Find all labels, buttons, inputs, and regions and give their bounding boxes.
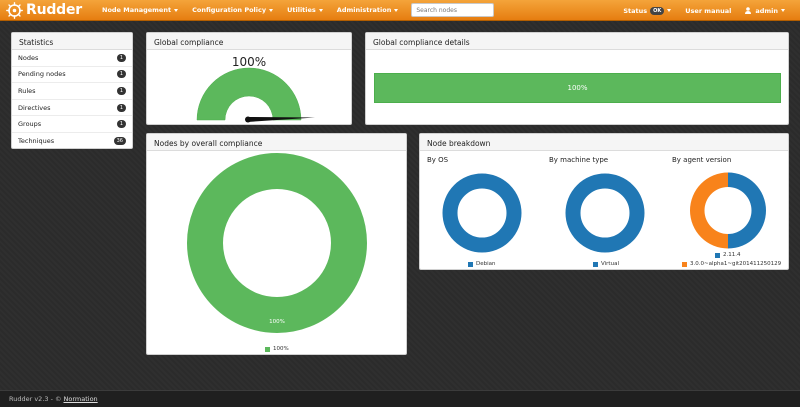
search-nodes-input[interactable] [411, 3, 495, 17]
user-menu[interactable]: admin [738, 7, 792, 15]
donut-slice-virtual[interactable] [565, 173, 645, 253]
stat-groups[interactable]: Groups 1 [12, 116, 132, 133]
gauge-value-label: 100% [232, 55, 266, 69]
caret-down-icon [318, 8, 323, 12]
status-label: Status [623, 6, 648, 15]
by-agent-legend-1: 2.11.4 [715, 252, 741, 258]
menu-label: Configuration Policy [192, 6, 267, 14]
menu-utilities[interactable]: Utilities [280, 6, 330, 14]
menu-label: Utilities [287, 6, 316, 14]
statistics-title: Statistics [12, 33, 132, 50]
rudder-logo-icon [6, 1, 23, 19]
stat-label: Groups [18, 120, 42, 129]
legend-swatch [715, 252, 720, 258]
compliance-gauge: 100% [196, 55, 315, 123]
stat-directives[interactable]: Directives 1 [12, 100, 132, 117]
menu-label: Node Management [102, 6, 172, 14]
caret-down-icon [667, 9, 672, 12]
breakdown-by-machine-type: By machine type [549, 156, 608, 164]
node-breakdown-panel: Node breakdown By OS Debian By machine t… [419, 133, 789, 270]
statistics-panel: Statistics Nodes 1 Pending nodes 1 Rules 1 … [11, 32, 133, 149]
brand[interactable]: Rudder [6, 1, 82, 19]
stat-count-badge: 1 [116, 86, 126, 95]
stat-rules[interactable]: Rules 1 [12, 83, 132, 100]
stat-label: Pending nodes [18, 70, 66, 79]
stat-techniques[interactable]: Techniques 36 [12, 133, 132, 150]
by-agent-donut [690, 172, 766, 249]
user-manual-link[interactable]: User manual [678, 7, 738, 15]
nodes-by-compliance-panel: Nodes by overall compliance 100% 100% [146, 133, 407, 355]
status-badge: OK [650, 6, 665, 15]
legend-label: Virtual [601, 261, 619, 267]
caret-down-icon [781, 9, 785, 12]
top-navbar: Rudder Node Management Configuration Pol… [0, 0, 800, 21]
gauge-arc [196, 67, 302, 121]
by-os-title: By OS [427, 156, 449, 164]
nav-right: Status OK User manual admin [616, 0, 792, 21]
node-breakdown-title: Node breakdown [420, 134, 788, 151]
footer-text: Rudder v2.3 - © [9, 395, 62, 403]
stat-count-badge: 1 [116, 53, 126, 62]
compliance-progress-bar[interactable]: 100% [374, 73, 781, 103]
menu-node-management[interactable]: Node Management [95, 6, 185, 14]
caret-down-icon [394, 8, 399, 12]
stat-pending-nodes[interactable]: Pending nodes 1 [12, 67, 132, 84]
menu-label: Administration [336, 6, 392, 14]
stat-count-badge: 1 [116, 103, 126, 112]
normation-link[interactable]: Normation [64, 395, 98, 403]
global-compliance-panel: Global compliance 100% [146, 32, 352, 125]
legend-swatch [265, 346, 270, 352]
brand-name: Rudder [26, 2, 82, 18]
by-agent-legend-2: 3.0.0~alpha1~git201411250129 [682, 261, 781, 267]
stat-nodes[interactable]: Nodes 1 [12, 50, 132, 67]
donut-slice-2-11-4[interactable] [728, 172, 766, 249]
nodes-compliance-legend: 100% [265, 346, 289, 352]
donut-slice-3-0-0[interactable] [690, 172, 728, 249]
by-os-donut [442, 173, 522, 253]
by-agent-title: By agent version [672, 156, 732, 164]
legend-label: 3.0.0~alpha1~git201411250129 [690, 261, 782, 267]
slice-label: 100% [269, 319, 285, 325]
progress-label: 100% [567, 84, 588, 92]
donut-slice-debian[interactable] [442, 173, 522, 253]
legend-swatch [682, 261, 687, 267]
by-machine-title: By machine type [549, 156, 609, 164]
legend-swatch [593, 261, 598, 267]
stat-count-badge: 36 [113, 137, 126, 146]
stat-label: Rules [18, 86, 36, 95]
nodes-by-compliance-title: Nodes by overall compliance [147, 134, 406, 151]
user-icon [745, 7, 752, 14]
status-menu[interactable]: Status OK [616, 6, 678, 15]
stat-label: Directives [18, 103, 51, 112]
gauge-needle-hub [245, 116, 251, 123]
breakdown-by-os: By OS [427, 156, 448, 164]
by-machine-legend: Virtual [593, 261, 619, 267]
legend-label: Debian [476, 261, 496, 267]
legend-swatch [468, 261, 473, 267]
menu-administration[interactable]: Administration [330, 6, 406, 14]
donut-slice-100[interactable] [187, 153, 367, 333]
footer: Rudder v2.3 - © Normation [0, 390, 800, 407]
global-compliance-title: Global compliance [147, 33, 351, 50]
stat-count-badge: 1 [116, 120, 126, 129]
by-machine-donut [565, 173, 645, 253]
caret-down-icon [269, 8, 274, 12]
menu-configuration-policy[interactable]: Configuration Policy [185, 6, 280, 14]
breakdown-by-agent-version: By agent version [672, 156, 731, 164]
global-compliance-details-title: Global compliance details [366, 33, 788, 50]
legend-label: 100% [273, 346, 289, 352]
caret-down-icon [174, 8, 179, 12]
legend-label: 2.11.4 [723, 252, 741, 258]
main-menu: Node Management Configuration Policy Uti… [95, 6, 405, 14]
user-name: admin [755, 6, 778, 15]
global-compliance-details-panel: Global compliance details 100% [365, 32, 789, 125]
stat-label: Nodes [18, 53, 39, 62]
by-os-legend: Debian [468, 261, 496, 267]
stat-label: Techniques [18, 137, 55, 146]
gauge-needle [247, 117, 315, 122]
nodes-compliance-donut: 100% [187, 153, 367, 333]
stat-count-badge: 1 [116, 70, 126, 79]
